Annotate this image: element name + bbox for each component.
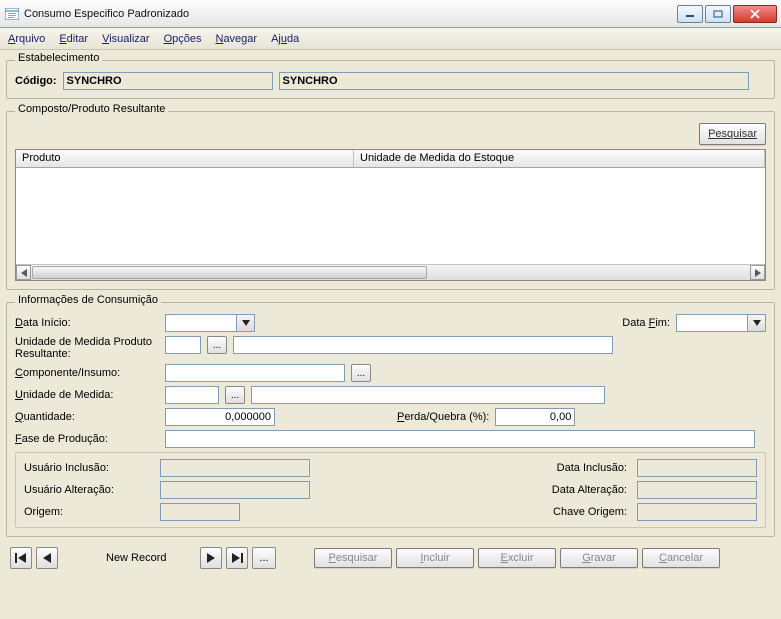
menu-arquivo[interactable]: Arquivo (8, 33, 45, 45)
input-um-prod-desc[interactable] (233, 336, 613, 354)
button-pesquisar[interactable]: Pesquisar (314, 548, 392, 568)
record-status: New Record (106, 552, 196, 564)
lookup-componente[interactable]: ... (351, 364, 371, 382)
grid-produtos[interactable]: Produto Unidade de Medida do Estoque (15, 149, 766, 281)
label-usuario-alteracao: Usuário Alteração: (24, 484, 154, 496)
nav-first[interactable] (10, 547, 32, 569)
grid-header: Produto Unidade de Medida do Estoque (16, 150, 765, 168)
navbar: New Record ... Pesquisar Incluir Excluir… (6, 543, 775, 569)
label-usuario-inclusao: Usuário Inclusão: (24, 462, 154, 474)
label-um-prod: Unidade de Medida Produto Resultante: (15, 336, 159, 360)
input-um-cod[interactable] (165, 386, 219, 404)
menu-ajuda[interactable]: Ajuda (271, 33, 299, 45)
nav-more[interactable]: ... (252, 547, 276, 569)
button-cancelar[interactable]: Cancelar (642, 548, 720, 568)
button-gravar[interactable]: Gravar (560, 548, 638, 568)
nav-next[interactable] (200, 547, 222, 569)
input-um-prod-cod[interactable] (165, 336, 201, 354)
label-perda: Perda/Quebra (%): (397, 411, 489, 423)
input-data-alteracao (637, 481, 757, 499)
nav-prev[interactable] (36, 547, 58, 569)
minimize-button[interactable] (677, 5, 703, 23)
input-codigo[interactable] (63, 72, 273, 90)
dropdown-data-inicio[interactable] (237, 314, 255, 332)
grid-hscroll[interactable] (16, 264, 765, 280)
menu-visualizar[interactable]: Visualizar (102, 33, 150, 45)
scroll-thumb[interactable] (32, 266, 427, 279)
input-quantidade[interactable] (165, 408, 275, 426)
menu-navegar[interactable]: Navegar (215, 33, 257, 45)
label-fase: Fase de Produção: (15, 433, 159, 445)
legend-composto: Composto/Produto Resultante (15, 103, 168, 115)
menu-editar[interactable]: Editar (59, 33, 88, 45)
group-estabelecimento: Estabelecimento Código: (6, 54, 775, 99)
label-origem: Origem: (24, 506, 154, 518)
legend-info: Informações de Consumição (15, 294, 161, 306)
grid-body (16, 168, 765, 264)
input-perda[interactable] (495, 408, 575, 426)
input-fase[interactable] (165, 430, 755, 448)
input-usuario-alteracao (160, 481, 310, 499)
input-data-fim[interactable] (676, 314, 748, 332)
input-um-desc[interactable] (251, 386, 605, 404)
input-nome[interactable] (279, 72, 749, 90)
col-produto[interactable]: Produto (16, 150, 354, 167)
label-codigo: Código: (15, 75, 57, 87)
legend-estabelecimento: Estabelecimento (15, 52, 102, 64)
form-icon (4, 6, 20, 22)
input-chave-origem (637, 503, 757, 521)
dropdown-data-fim[interactable] (748, 314, 766, 332)
label-quantidade: Quantidade: (15, 411, 159, 423)
label-data-inicio: Data Início: (15, 317, 159, 329)
label-data-inclusao: Data Inclusão: (517, 462, 627, 474)
input-componente[interactable] (165, 364, 345, 382)
label-componente: Componente/Insumo: (15, 367, 159, 379)
input-origem (160, 503, 240, 521)
label-um: Unidade de Medida: (15, 389, 159, 401)
group-info: Informações de Consumição Data Início: D… (6, 296, 775, 537)
label-data-alteracao: Data Alteração: (517, 484, 627, 496)
close-button[interactable] (733, 5, 777, 23)
button-pesquisar-grid[interactable]: Pesquisar (699, 123, 766, 145)
input-data-inicio[interactable] (165, 314, 237, 332)
col-unidade[interactable]: Unidade de Medida do Estoque (354, 150, 765, 167)
label-chave-origem: Chave Origem: (517, 506, 627, 518)
group-composto: Composto/Produto Resultante Pesquisar Pr… (6, 105, 775, 290)
label-data-fim: Data Fim: (622, 317, 670, 329)
nav-last[interactable] (226, 547, 248, 569)
menubar: Arquivo Editar Visualizar Opções Navegar… (0, 28, 781, 50)
scroll-left-icon[interactable] (16, 265, 31, 280)
sub-audit: Usuário Inclusão: Data Inclusão: Usuário… (15, 452, 766, 528)
input-data-inclusao (637, 459, 757, 477)
scroll-right-icon[interactable] (750, 265, 765, 280)
maximize-button[interactable] (705, 5, 731, 23)
button-incluir[interactable]: Incluir (396, 548, 474, 568)
lookup-um-prod[interactable]: ... (207, 336, 227, 354)
menu-opcoes[interactable]: Opções (164, 33, 202, 45)
button-excluir[interactable]: Excluir (478, 548, 556, 568)
lookup-um[interactable]: ... (225, 386, 245, 404)
input-usuario-inclusao (160, 459, 310, 477)
window-title: Consumo Especifico Padronizado (24, 8, 677, 20)
titlebar: Consumo Especifico Padronizado (0, 0, 781, 28)
